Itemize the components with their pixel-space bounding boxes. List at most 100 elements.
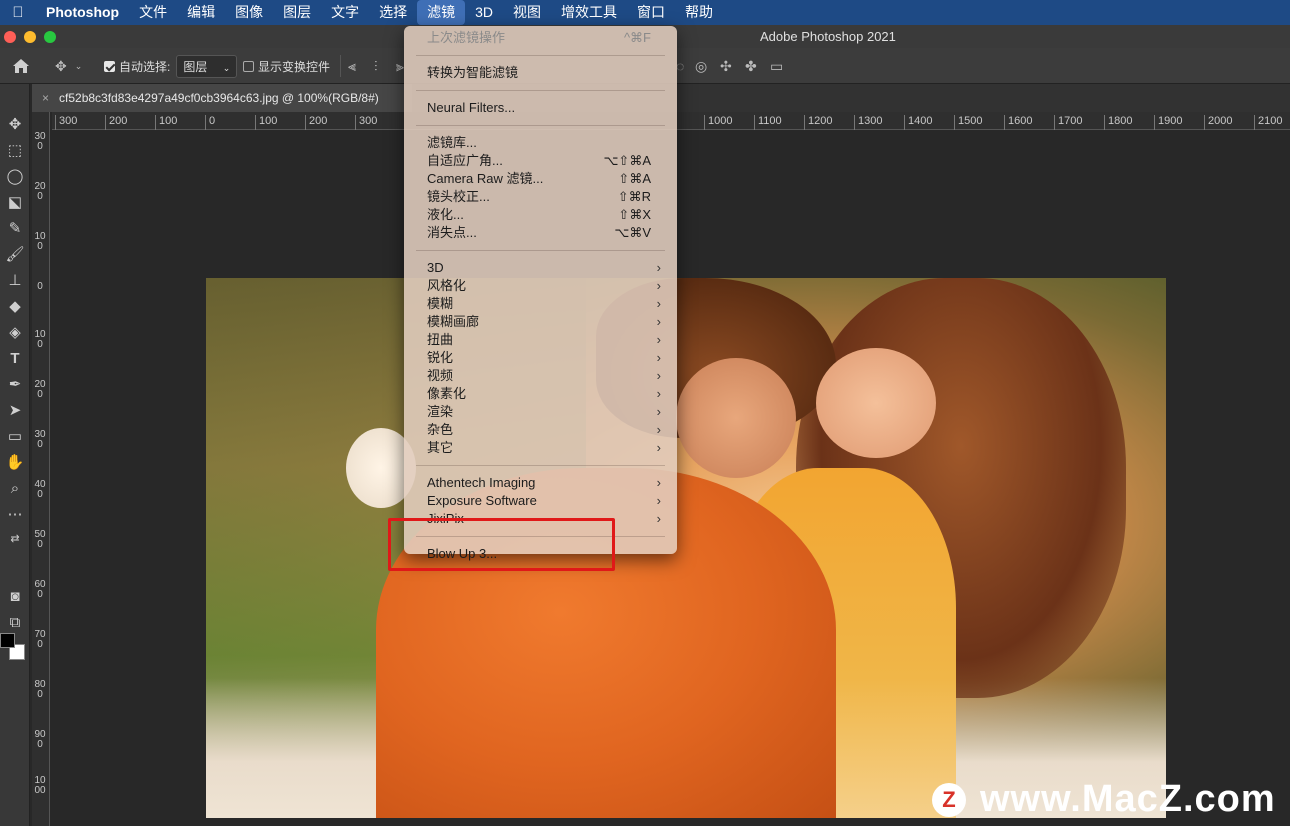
- menu-item-adaptive-wide-angle[interactable]: 自适应广角... ⌥⇧⌘A: [404, 152, 677, 170]
- hand-tool-icon[interactable]: ✋: [3, 452, 27, 474]
- menu-item-athentech-imaging[interactable]: Athentech Imaging ›: [404, 474, 677, 492]
- menu-item-liquify[interactable]: 液化... ⇧⌘X: [404, 206, 677, 224]
- minimize-window-button[interactable]: [24, 31, 36, 43]
- menu-item-filter-gallery[interactable]: 滤镜库...: [404, 134, 677, 152]
- vertical-ruler: 300 200 100 0 100 200 300 400 500 600 70…: [32, 112, 50, 826]
- ruler-label: 1800: [1104, 115, 1132, 130]
- submenu-arrow-icon: ›: [656, 332, 661, 347]
- menu-item-3d[interactable]: 3D ›: [404, 259, 677, 277]
- menu-item-noise[interactable]: 杂色 ›: [404, 421, 677, 439]
- menu-item-label: 液化...: [427, 207, 464, 222]
- 3d-slide-icon[interactable]: ✤: [745, 48, 757, 84]
- menu-filter[interactable]: 滤镜: [417, 0, 466, 25]
- ruler-label: 1400: [904, 115, 932, 130]
- zoom-window-button[interactable]: [44, 31, 56, 43]
- eraser-tool-icon[interactable]: ◆: [3, 296, 27, 318]
- swap-colors-icon[interactable]: ⇄: [3, 528, 27, 550]
- menu-file[interactable]: 文件: [129, 0, 177, 25]
- auto-select-value: 图层: [183, 59, 208, 74]
- home-icon[interactable]: [12, 48, 30, 84]
- photo-woman-face: [816, 348, 936, 458]
- menu-item-label: 杂色: [427, 422, 454, 437]
- marquee-tool-icon[interactable]: ⬚: [3, 140, 27, 162]
- auto-select-checkbox[interactable]: 自动选择: 图层 ⌄: [104, 48, 238, 84]
- chevron-down-icon: ⌄: [222, 62, 231, 73]
- 3d-roll-icon[interactable]: ◎: [695, 48, 707, 84]
- menu-item-exposure-software[interactable]: Exposure Software ›: [404, 492, 677, 510]
- show-transform-checkbox[interactable]: 显示变换控件: [243, 48, 330, 84]
- more-tools-icon[interactable]: ⋯: [3, 504, 27, 526]
- menu-item-blur[interactable]: 模糊 ›: [404, 295, 677, 313]
- menu-separator: [416, 55, 665, 56]
- menu-edit[interactable]: 编辑: [177, 0, 225, 25]
- menu-item-stylize[interactable]: 风格化 ›: [404, 277, 677, 295]
- document-tab[interactable]: × cf52b8c3fd83e4297a49cf0cb3964c63.jpg @…: [32, 84, 412, 112]
- menu-image[interactable]: 图像: [225, 0, 273, 25]
- apple-icon[interactable]: : [0, 4, 36, 21]
- close-tab-icon[interactable]: ×: [42, 91, 49, 105]
- watermark: Z www.MacZ.com: [932, 778, 1276, 821]
- menu-item-other[interactable]: 其它 ›: [404, 439, 677, 457]
- eyedropper-tool-icon[interactable]: ✎: [3, 218, 27, 240]
- move-tool-icon[interactable]: ✥: [3, 114, 27, 136]
- align-center-icon[interactable]: ⫶: [374, 48, 378, 84]
- screen-mode-icon[interactable]: ⧉: [3, 612, 27, 634]
- brush-tool-icon[interactable]: 🖌: [3, 244, 27, 266]
- menu-separator: [416, 465, 665, 466]
- menu-window[interactable]: 窗口: [627, 0, 675, 25]
- type-tool-icon[interactable]: T: [3, 348, 27, 370]
- ruler-label: 2000: [1204, 115, 1232, 130]
- menu-item-blur-gallery[interactable]: 模糊画廊 ›: [404, 313, 677, 331]
- quick-mask-icon[interactable]: ◙: [3, 586, 27, 608]
- foreground-color-swatch[interactable]: [0, 633, 15, 648]
- rectangle-tool-icon[interactable]: ▭: [3, 426, 27, 448]
- 3d-pan-icon[interactable]: ✣: [720, 48, 732, 84]
- menu-item-pixelate[interactable]: 像素化 ›: [404, 385, 677, 403]
- menu-select[interactable]: 选择: [369, 0, 417, 25]
- zoom-tool-icon[interactable]: ⌕: [3, 478, 27, 500]
- menu-photoshop[interactable]: Photoshop: [36, 0, 129, 25]
- menu-item-lens-correction[interactable]: 镜头校正... ⇧⌘R: [404, 188, 677, 206]
- menu-item-neural-filters[interactable]: Neural Filters...: [404, 99, 677, 117]
- menu-plugins[interactable]: 增效工具: [551, 0, 627, 25]
- menu-item-sharpen[interactable]: 锐化 ›: [404, 349, 677, 367]
- paint-bucket-tool-icon[interactable]: ◈: [3, 322, 27, 344]
- menu-3d[interactable]: 3D: [465, 0, 503, 25]
- menu-item-label: 消失点...: [427, 225, 477, 240]
- menu-item-convert-smart-filter[interactable]: 转换为智能滤镜: [404, 64, 677, 82]
- document-canvas-photo[interactable]: [206, 278, 1166, 818]
- menu-separator: [416, 90, 665, 91]
- menu-help[interactable]: 帮助: [675, 0, 723, 25]
- pen-tool-icon[interactable]: ✒: [3, 374, 27, 396]
- ruler-label: 100: [155, 115, 177, 130]
- lasso-tool-icon[interactable]: ◯: [3, 166, 27, 188]
- 3d-camera-icon[interactable]: ▭: [770, 48, 783, 84]
- watermark-text: www.MacZ.com: [980, 778, 1276, 820]
- menu-layer[interactable]: 图层: [273, 0, 321, 25]
- menu-view[interactable]: 视图: [503, 0, 551, 25]
- submenu-arrow-icon: ›: [656, 422, 661, 437]
- stamp-tool-icon[interactable]: ⊥: [3, 270, 27, 292]
- auto-select-dropdown[interactable]: 图层 ⌄: [176, 54, 238, 78]
- ruler-label: 700: [34, 629, 46, 650]
- ruler-label: 100: [255, 115, 277, 130]
- menu-item-video[interactable]: 视频 ›: [404, 367, 677, 385]
- align-right-icon[interactable]: ⫸: [396, 48, 404, 84]
- path-select-tool-icon[interactable]: ➤: [3, 400, 27, 422]
- menu-item-distort[interactable]: 扭曲 ›: [404, 331, 677, 349]
- align-left-icon[interactable]: ⫷: [348, 48, 356, 84]
- ruler-label: 1500: [954, 115, 982, 130]
- submenu-arrow-icon: ›: [656, 278, 661, 293]
- ruler-label: 2100: [1254, 115, 1282, 130]
- object-select-tool-icon[interactable]: ⬕: [3, 192, 27, 214]
- menu-type[interactable]: 文字: [321, 0, 369, 25]
- move-tool-preset-icon[interactable]: ✥ ⌄: [55, 48, 82, 84]
- menu-item-vanishing-point[interactable]: 消失点... ⌥⌘V: [404, 224, 677, 242]
- menu-item-label: 风格化: [427, 278, 467, 293]
- menu-item-camera-raw[interactable]: Camera Raw 滤镜... ⇧⌘A: [404, 170, 677, 188]
- menu-item-render[interactable]: 渲染 ›: [404, 403, 677, 421]
- checkbox-icon: [243, 60, 254, 72]
- close-window-button[interactable]: [4, 31, 16, 43]
- 3d-orbit-icon[interactable]: ◌: [676, 48, 684, 84]
- menu-item-label: 镜头校正...: [427, 189, 490, 204]
